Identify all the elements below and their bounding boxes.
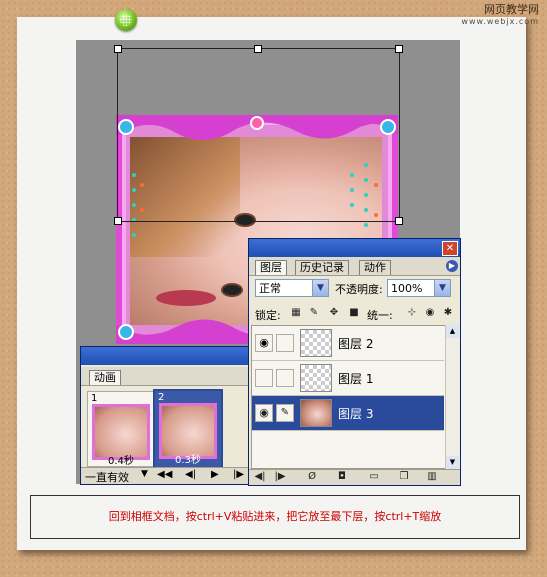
animation-titlebar[interactable] [81,347,257,365]
layers-panel: ✕ 图层 历史记录 动作 ▶ 正常 ▼ 不透明度: 100% ▼ 锁定: ▦ ✎… [248,238,461,486]
layers-scrollbar[interactable]: ▲ ▼ [445,325,459,469]
eye-icon[interactable]: ◉ [255,334,273,352]
link-cell[interactable] [276,334,294,352]
lock-label: 锁定: [255,309,281,322]
layer-name[interactable]: 图层 2 [338,335,373,352]
layers-list: ◉ 图层 2 图层 1 ◉ ✎ 图层 3 [251,325,447,469]
chevron-down-icon[interactable]: ▼ [312,280,328,296]
lock-brush-icon[interactable]: ✎ [307,307,321,319]
unify-style-icon[interactable]: ✱ [441,307,455,319]
next-frame-icon[interactable]: |▶ [233,469,244,480]
frame-delay[interactable]: 0.3秒 [175,451,201,466]
transform-bounding-box[interactable] [117,48,400,222]
transform-handle[interactable] [114,217,122,225]
lock-icon[interactable]: ■ [347,307,361,319]
eye-icon[interactable]: ◉ [255,404,273,422]
watermark-title: 网页教学网 [484,3,539,16]
opacity-input[interactable]: 100% ▼ [387,279,451,297]
link-cell[interactable] [276,369,294,387]
layer-row[interactable]: ◉ 图层 2 [252,326,444,361]
trash-icon[interactable]: ▥ [425,471,439,483]
lock-transparent-icon[interactable]: ▦ [289,307,303,319]
layer-thumbnail [300,329,332,357]
animation-frame[interactable]: 1 0.4秒 [87,391,155,467]
watermark-url: www.webjx.com [461,17,539,26]
tab-history[interactable]: 历史记录 [295,260,349,275]
frame-delay[interactable]: 0.4秒 [108,452,134,467]
chevron-down-icon[interactable]: ▼ [434,280,450,296]
close-icon[interactable]: ✕ [442,241,458,256]
transform-handle[interactable] [114,45,122,53]
eye-hidden-icon[interactable] [255,369,273,387]
brush-icon[interactable]: ✎ [276,404,294,422]
next-icon[interactable]: |▶ [273,471,287,483]
first-frame-icon[interactable]: ◀◀ [157,469,172,480]
unify-label: 统一: [367,309,393,322]
prev-icon[interactable]: ◀| [253,471,267,483]
dropdown-arrow-icon[interactable]: ▼ [141,469,148,479]
layer-name[interactable]: 图层 3 [338,405,373,422]
scroll-up-icon[interactable]: ▲ [446,325,459,338]
layer-thumbnail [300,364,332,392]
opacity-label: 不透明度: [335,283,383,296]
animation-controls: 一直有效 ▼ ◀◀ ◀| ▶ |▶ [81,467,257,484]
layer-style-icon[interactable]: Ø [305,471,319,483]
blend-mode-value: 正常 [259,282,281,295]
watermark: 网页教学网 www.webjx.com [461,4,539,28]
layer-row-selected[interactable]: ◉ ✎ 图层 3 [252,396,444,431]
caption-text: 回到相框文档，按ctrl+V粘贴进来，把它放至最下层，按ctrl+T缩放 [108,510,442,523]
animation-tabbar: 动画 [81,367,257,386]
panel-menu-icon[interactable]: ▶ [446,260,458,272]
layer-row[interactable]: 图层 1 [252,361,444,396]
play-icon[interactable]: ▶ [211,469,219,480]
opacity-value: 100% [391,282,423,295]
unify-visibility-icon[interactable]: ◉ [423,307,437,319]
tab-layers[interactable]: 图层 [255,260,287,275]
tab-actions[interactable]: 动作 [359,260,391,275]
frame-index: 2 [158,392,165,403]
new-layer-icon[interactable]: ❐ [397,471,411,483]
prev-frame-icon[interactable]: ◀| [185,469,196,480]
mask-icon[interactable]: ◘ [335,471,349,483]
pushpin-icon [115,9,137,31]
layers-toolbar: ◀| |▶ Ø ◘ ▭ ❐ ▥ [249,469,460,485]
blend-mode-select[interactable]: 正常 ▼ [255,279,329,297]
animation-panel: 动画 1 0.4秒 2 0.3秒 一直有效 ▼ ◀◀ ◀| ▶ |▶ [80,346,258,485]
lock-move-icon[interactable]: ✥ [327,307,341,319]
layer-thumbnail [300,399,332,427]
scroll-down-icon[interactable]: ▼ [446,456,459,469]
tab-animation[interactable]: 动画 [89,370,121,385]
transform-handle[interactable] [395,217,403,225]
frame-index: 1 [91,393,98,404]
folder-icon[interactable]: ▭ [367,471,381,483]
transform-handle[interactable] [395,45,403,53]
caption-box: 回到相框文档，按ctrl+V粘贴进来，把它放至最下层，按ctrl+T缩放 [30,495,520,539]
transform-handle[interactable] [254,45,262,53]
unify-position-icon[interactable]: ⊹ [405,307,419,319]
layers-tabbar: 图层 历史记录 动作 ▶ [249,257,460,276]
layers-titlebar[interactable]: ✕ [249,239,460,257]
layer-name[interactable]: 图层 1 [338,370,373,387]
loop-select[interactable]: 一直有效 [85,469,129,485]
animation-frame-selected[interactable]: 2 0.3秒 [153,389,223,469]
